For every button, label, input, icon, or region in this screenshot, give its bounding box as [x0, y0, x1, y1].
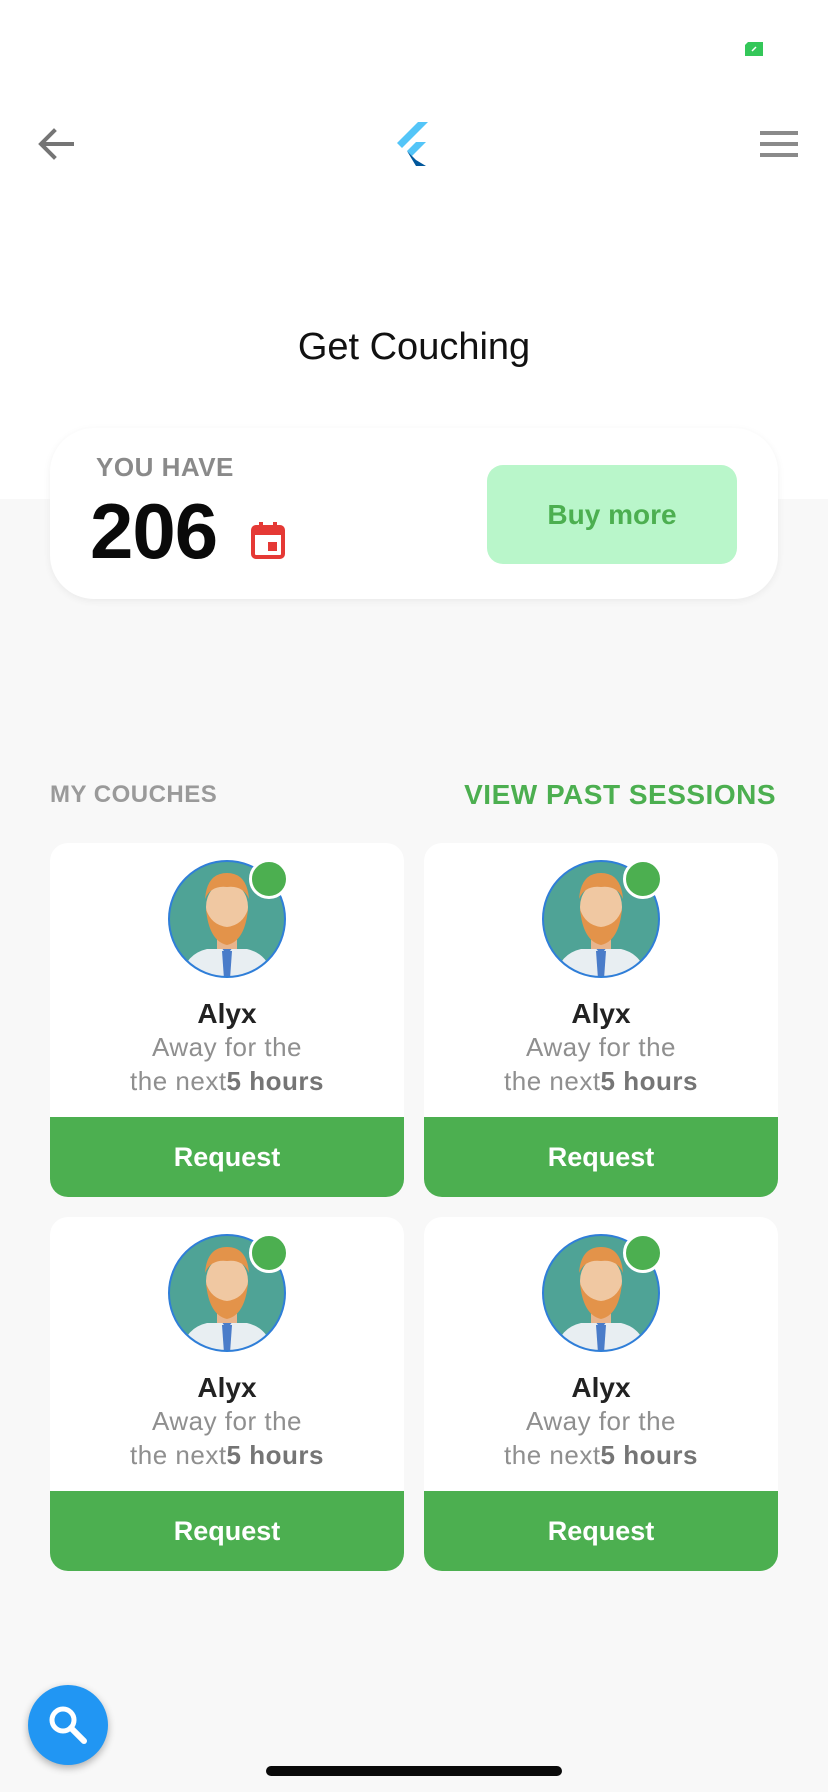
coach-card: Alyx Away for the the next5 hours Reques… — [424, 1217, 778, 1571]
coach-status-duration: the next5 hours — [424, 1440, 778, 1471]
coach-status-line: Away for the — [525, 1032, 677, 1062]
hamburger-menu-icon — [760, 131, 798, 157]
status-hours: 5 hours — [600, 1066, 698, 1096]
status-prefix: the next — [130, 1440, 227, 1470]
search-fab-button[interactable] — [28, 1685, 108, 1765]
coach-status-duration: the next5 hours — [424, 1066, 778, 1097]
request-button[interactable]: Request — [50, 1117, 404, 1197]
buy-more-button[interactable]: Buy more — [487, 465, 737, 564]
coach-name: Alyx — [197, 998, 257, 1029]
online-status-dot — [249, 859, 289, 899]
balance-label: YOU HAVE — [96, 452, 234, 482]
request-button[interactable]: Request — [424, 1491, 778, 1571]
request-button[interactable]: Request — [424, 1117, 778, 1197]
header-background — [0, 0, 828, 499]
view-past-sessions-link[interactable]: VIEW PAST SESSIONS — [464, 779, 776, 811]
section-title: MY COUCHES — [50, 781, 218, 808]
status-hours: 5 hours — [226, 1066, 324, 1096]
coach-status-line: Away for the — [151, 1032, 303, 1062]
flutter-logo-icon — [397, 122, 428, 166]
search-icon — [49, 1706, 87, 1744]
coach-card: Alyx Away for the the next5 hours Reques… — [50, 1217, 404, 1571]
calendar-icon — [251, 522, 285, 559]
home-indicator — [266, 1766, 562, 1776]
menu-button[interactable] — [756, 122, 804, 166]
arrow-back-icon — [38, 128, 74, 160]
online-status-dot — [249, 1233, 289, 1273]
coach-card: Alyx Away for the the next5 hours Reques… — [50, 843, 404, 1197]
status-prefix: the next — [504, 1440, 601, 1470]
coach-name: Alyx — [571, 998, 631, 1029]
back-button[interactable] — [32, 120, 80, 168]
page-title: Get Couching — [297, 326, 531, 368]
status-hours: 5 hours — [600, 1440, 698, 1470]
status-prefix: the next — [504, 1066, 601, 1096]
coach-name: Alyx — [571, 1372, 631, 1403]
battery-charging-icon — [745, 42, 763, 56]
coach-status-duration: the next5 hours — [50, 1440, 404, 1471]
coach-card: Alyx Away for the the next5 hours Reques… — [424, 843, 778, 1197]
coach-status-line: Away for the — [525, 1406, 677, 1436]
coach-status-line: Away for the — [151, 1406, 303, 1436]
request-button[interactable]: Request — [50, 1491, 404, 1571]
coach-name: Alyx — [197, 1372, 257, 1403]
coach-status-duration: the next5 hours — [50, 1066, 404, 1097]
app-logo — [392, 120, 436, 168]
status-prefix: the next — [130, 1066, 227, 1096]
session-balance-card: YOU HAVE 206 Buy more — [50, 428, 778, 599]
online-status-dot — [623, 859, 663, 899]
balance-count: 206 — [90, 487, 218, 575]
online-status-dot — [623, 1233, 663, 1273]
status-hours: 5 hours — [226, 1440, 324, 1470]
